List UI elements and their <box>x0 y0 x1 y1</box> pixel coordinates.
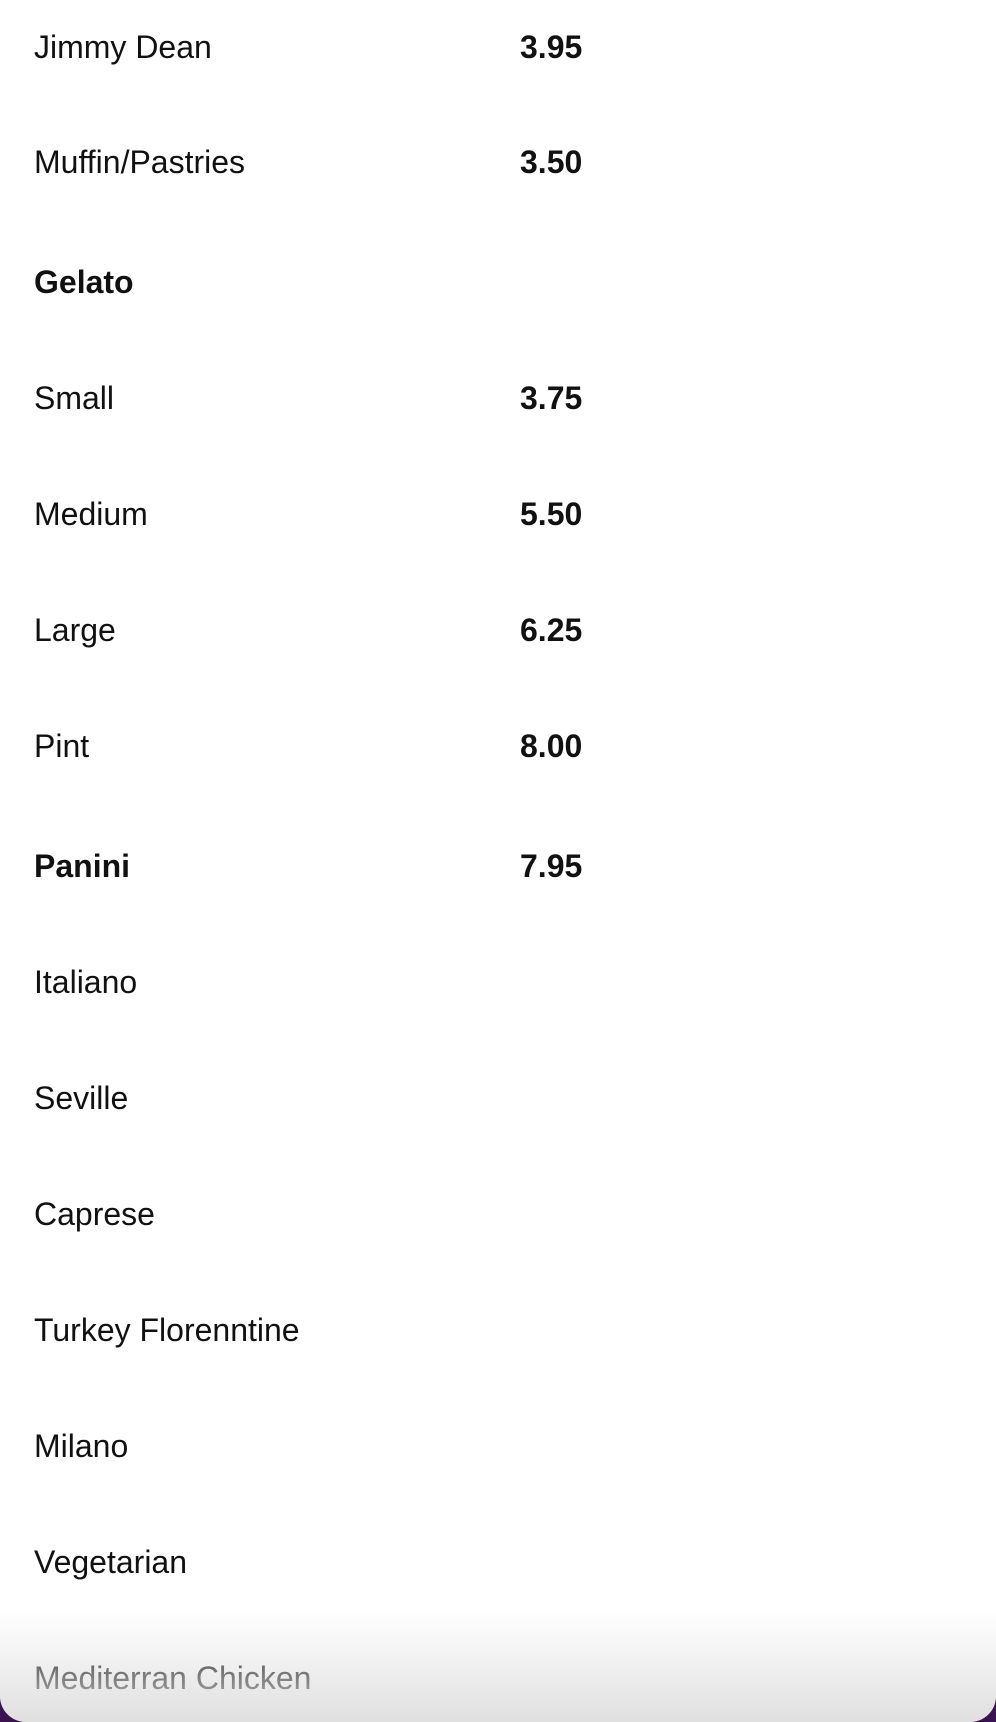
menu-item-small: Small 3.75 <box>0 368 996 428</box>
item-name: Vegetarian <box>34 1544 188 1580</box>
item-name: Turkey Florenntine <box>34 1312 300 1348</box>
menu-item-medium: Medium 5.50 <box>0 484 996 544</box>
menu-item-muffin-pastries: Muffin/Pastries 3.50 <box>0 132 996 192</box>
item-name: Small <box>34 380 115 416</box>
menu-item-large: Large 6.25 <box>0 600 996 660</box>
menu-item-turkey-florenntine: Turkey Florenntine <box>0 1300 996 1360</box>
item-price: 7.95 <box>520 848 583 884</box>
item-name: Seville <box>34 1080 129 1116</box>
menu-item-italiano: Italiano <box>0 952 996 1012</box>
item-name: Pint <box>34 728 90 764</box>
section-heading-gelato: Gelato <box>0 252 996 312</box>
menu-item-mediterran-chicken: Mediterran Chicken <box>0 1648 996 1708</box>
item-name: Italiano <box>34 964 138 1000</box>
item-name: Jimmy Dean <box>34 29 212 65</box>
menu-item-vegetarian: Vegetarian <box>0 1532 996 1592</box>
item-name: Muffin/Pastries <box>34 144 246 180</box>
item-price: 3.95 <box>520 29 583 65</box>
menu-panel: Jimmy Dean 3.95 Muffin/Pastries 3.50 Gel… <box>0 0 996 1722</box>
item-price: 5.50 <box>520 496 583 532</box>
menu-item-seville: Seville <box>0 1068 996 1128</box>
menu-item-pint: Pint 8.00 <box>0 716 996 776</box>
item-name: Milano <box>34 1428 129 1464</box>
menu-item-caprese: Caprese <box>0 1184 996 1244</box>
section-heading-panini: Panini 7.95 <box>0 836 996 896</box>
item-name: Caprese <box>34 1196 155 1232</box>
menu-item-jimmy-dean: Jimmy Dean 3.95 <box>0 17 996 77</box>
item-price: 3.50 <box>520 144 583 180</box>
item-price: 8.00 <box>520 728 583 764</box>
item-name: Mediterran Chicken <box>34 1660 312 1696</box>
item-name: Large <box>34 612 116 648</box>
item-price: 6.25 <box>520 612 583 648</box>
section-title: Gelato <box>34 264 134 300</box>
section-title: Panini <box>34 848 131 884</box>
item-name: Medium <box>34 496 148 532</box>
menu-item-milano: Milano <box>0 1416 996 1476</box>
item-price: 3.75 <box>520 380 583 416</box>
